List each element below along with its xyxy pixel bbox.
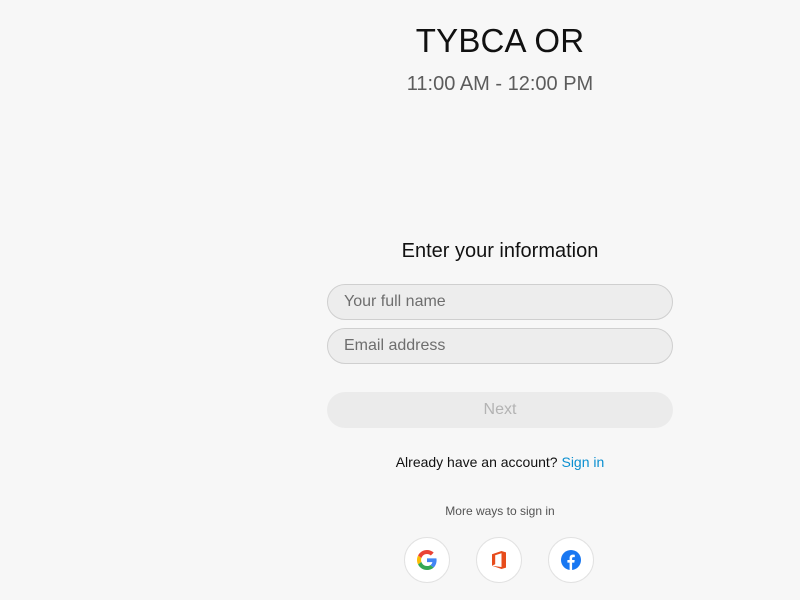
- meeting-time: 11:00 AM - 12:00 PM: [406, 73, 594, 95]
- microsoft-office-icon: [492, 551, 506, 569]
- full-name-input[interactable]: [327, 284, 673, 320]
- google-sign-in-button[interactable]: [404, 537, 450, 583]
- facebook-icon: [561, 550, 581, 570]
- facebook-sign-in-button[interactable]: [548, 537, 594, 583]
- form-heading: Enter your information: [401, 240, 599, 262]
- sign-in-link[interactable]: Sign in: [561, 454, 604, 470]
- email-input[interactable]: [327, 328, 673, 364]
- account-prompt-text: Already have an account?: [395, 454, 558, 470]
- join-panel: TYBCA OR 11:00 AM - 12:00 PM Enter your …: [326, 0, 674, 600]
- meeting-title: TYBCA OR: [415, 22, 585, 59]
- account-prompt-line: Already have an account? Sign in: [326, 453, 674, 471]
- more-ways-label: More ways to sign in: [445, 504, 555, 518]
- google-icon: [417, 550, 437, 570]
- next-button[interactable]: Next: [327, 392, 673, 428]
- office-sign-in-button[interactable]: [476, 537, 522, 583]
